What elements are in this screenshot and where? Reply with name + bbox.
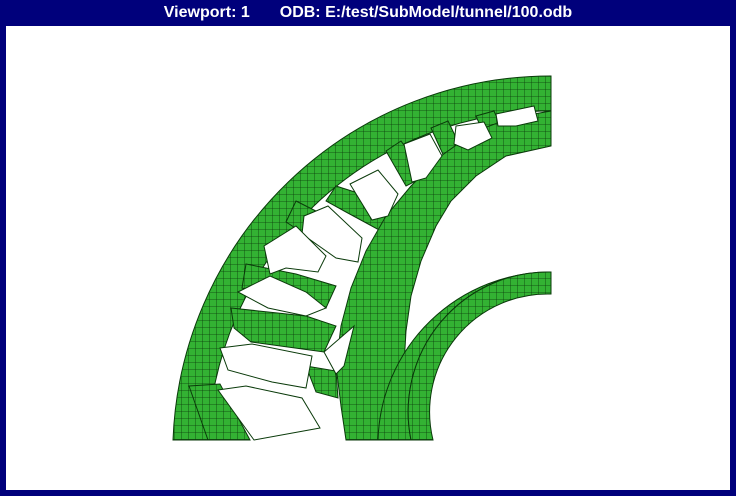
void [219,343,313,389]
tunnel-lining-inner [407,271,552,441]
odb-path-label: ODB: E:/test/SubModel/tunnel/100.odb [279,4,573,21]
deformed-mesh [172,75,552,441]
mesh-plot [172,75,552,441]
mesh-bracket [305,365,339,399]
viewport-label: Viewport: 1 [163,4,250,21]
application-frame: Viewport: 1 ODB: E:/test/SubModel/tunnel/… [0,0,736,496]
viewport-titlebar: Viewport: 1 ODB: E:/test/SubModel/tunnel/… [0,0,736,26]
viewport-canvas[interactable] [6,26,730,490]
